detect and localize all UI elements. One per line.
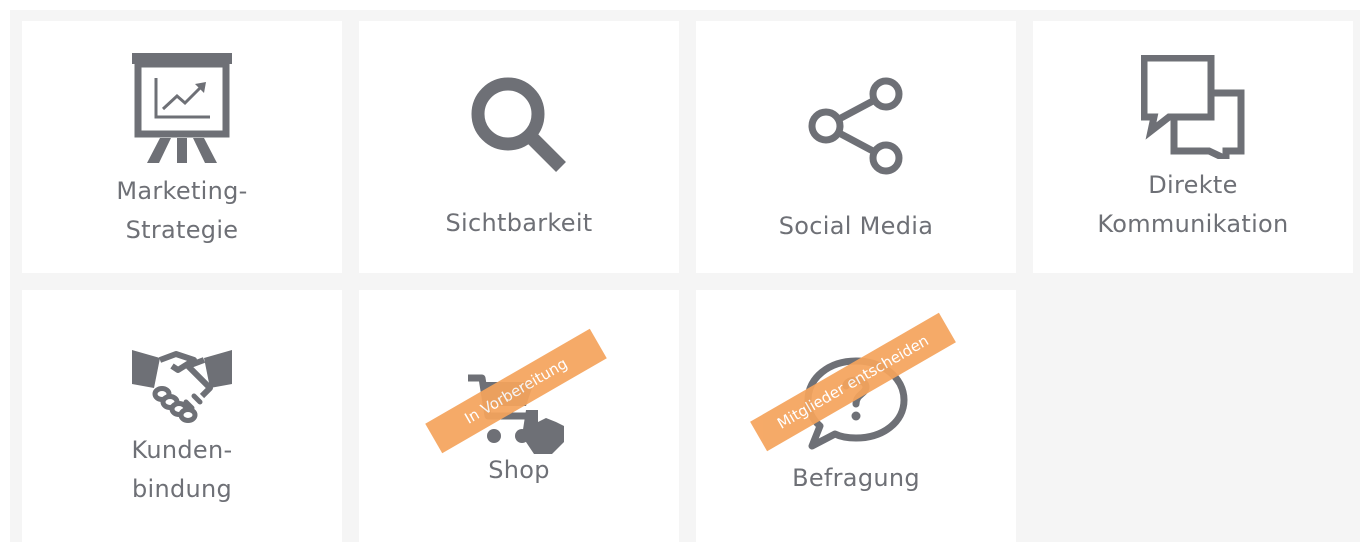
tile-label: Marketing- Strategie bbox=[22, 172, 342, 250]
label-line-2: Kommunikation bbox=[1097, 210, 1289, 238]
tile-social-media[interactable]: Social Media bbox=[696, 21, 1016, 273]
tile-label: Kunden- bindung bbox=[22, 431, 342, 509]
tile-sichtbarkeit[interactable]: Sichtbarkeit bbox=[359, 21, 679, 273]
label-line-1: Kunden- bbox=[131, 436, 233, 464]
tile-label: Shop bbox=[488, 456, 550, 484]
tile-shop[interactable]: Shop In Vorbereitung bbox=[359, 290, 679, 542]
tile-label: Befragung bbox=[792, 464, 920, 492]
tile-kundenbindung[interactable]: Kunden- bindung bbox=[22, 290, 342, 542]
tile-label: Sichtbarkeit bbox=[445, 209, 593, 237]
tile-label: Social Media bbox=[778, 212, 934, 240]
label-line-2: Strategie bbox=[125, 216, 239, 244]
label-line-2: bindung bbox=[131, 475, 233, 503]
presentation-chart-icon bbox=[132, 53, 232, 163]
tile-direkte-kommunikation[interactable]: Direkte Kommunikation bbox=[1033, 21, 1353, 273]
tile-befragung[interactable]: Befragung Mitglieder entscheiden bbox=[696, 290, 1016, 542]
tile-marketing-strategie[interactable]: Marketing- Strategie bbox=[22, 21, 342, 273]
label-line-1: Marketing- bbox=[116, 177, 248, 205]
handshake-icon bbox=[132, 350, 232, 423]
label-line-1: Direkte bbox=[1148, 171, 1238, 199]
tile-label: Direkte Kommunikation bbox=[1033, 166, 1353, 244]
chat-bubbles-icon bbox=[1141, 55, 1245, 159]
feature-grid: Marketing- Strategie Sichtbarkeit Social… bbox=[10, 10, 1360, 542]
share-icon bbox=[808, 77, 903, 175]
magnifier-icon bbox=[471, 77, 566, 172]
